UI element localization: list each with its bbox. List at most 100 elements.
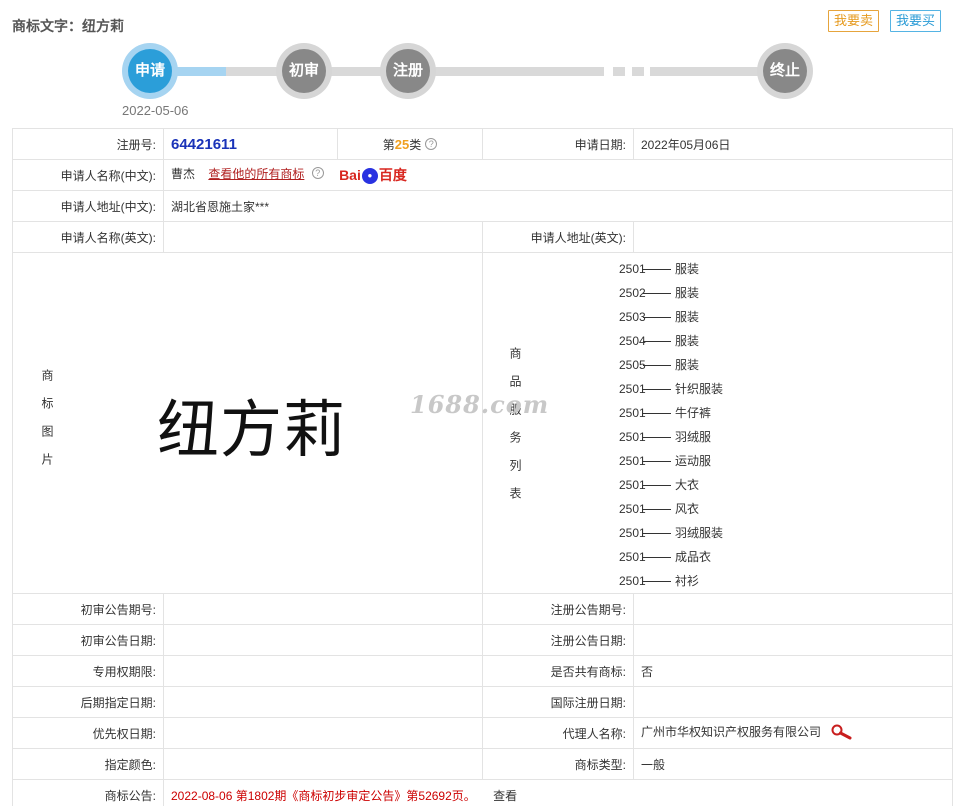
- service-dash: [643, 509, 671, 511]
- color-label: 指定颜色:: [12, 748, 164, 780]
- services-label: 商品服务列表: [508, 347, 522, 515]
- prelim-date-label: 初审公告日期:: [12, 624, 164, 656]
- service-dash: [643, 485, 671, 487]
- service-dash: [643, 437, 671, 439]
- agent: 广州市华权知识产权服务有限公司: [641, 725, 822, 740]
- service-dash: [643, 581, 671, 583]
- prelim-no-label: 初审公告期号:: [12, 593, 164, 625]
- shared: 否: [633, 655, 953, 687]
- progress-track-dash: [632, 67, 644, 76]
- service-dash: [643, 365, 671, 367]
- all-marks-link[interactable]: 查看他的所有商标: [208, 167, 304, 181]
- service-code: 2501: [619, 526, 646, 540]
- prelim-date: [163, 624, 483, 656]
- service-dash: [643, 557, 671, 559]
- service-code: 2501: [619, 502, 646, 516]
- baidu-search-logo[interactable]: Bai ● 百度: [339, 165, 407, 185]
- service-code: 2501: [619, 406, 646, 420]
- service-name: 成品衣: [675, 550, 712, 564]
- service-code: 2501: [619, 262, 646, 276]
- class-suffix: 类: [409, 137, 422, 152]
- service-name: 针织服装: [675, 382, 724, 396]
- step-label: 注册: [386, 49, 430, 93]
- reg-no: 64421611: [171, 135, 237, 153]
- priority: [163, 717, 483, 749]
- apply-date-label: 申请日期:: [482, 128, 634, 160]
- service-item: 2502 服装: [593, 281, 723, 305]
- service-code: 2501: [619, 454, 646, 468]
- reg-no-label: 注册号:: [12, 128, 164, 160]
- service-code: 2501: [619, 574, 646, 588]
- service-dash: [643, 389, 671, 391]
- service-item: 2501 运动服: [593, 449, 723, 473]
- service-item: 2501 针织服装: [593, 377, 723, 401]
- exclusive-period: [163, 655, 483, 687]
- step-apply: 申请: [122, 43, 178, 99]
- service-item: 2501 羽绒服装: [593, 521, 723, 545]
- applicant-en: [163, 221, 483, 253]
- service-name: 服装: [675, 262, 700, 276]
- step-label: 申请: [128, 49, 172, 93]
- reg-notice-date: [633, 624, 953, 656]
- service-name: 服装: [675, 286, 700, 300]
- service-item: 2501 成品衣: [593, 545, 723, 569]
- service-dash: [643, 269, 671, 271]
- magnifier-icon[interactable]: [830, 724, 854, 743]
- shared-label: 是否共有商标:: [482, 655, 634, 687]
- services-cell: 商品服务列表 2501 服装 2502 服装 2503 服装 2504 服装 2505 服装 250…: [482, 252, 953, 594]
- applicant-cn-label: 申请人名称(中文):: [12, 159, 164, 191]
- priority-label: 优先权日期:: [12, 717, 164, 749]
- watermark: 1688.com: [410, 390, 550, 419]
- notice-label: 商标公告:: [12, 779, 164, 806]
- service-item: 2504 服装: [593, 329, 723, 353]
- help-icon[interactable]: ?: [311, 167, 324, 180]
- service-name: 运动服: [675, 454, 712, 468]
- service-code: 2501: [619, 382, 646, 396]
- class-number: 25: [394, 136, 410, 152]
- notice-view-link[interactable]: 查看: [493, 789, 517, 803]
- service-dash: [643, 317, 671, 319]
- service-name: 服装: [675, 334, 700, 348]
- applicant-cn: 曹杰: [171, 167, 196, 182]
- step-date: 2022-05-06: [122, 103, 189, 118]
- progress-track-dash: [613, 67, 625, 76]
- apply-date: 2022年05月06日: [633, 128, 953, 160]
- service-name: 羽绒服: [675, 430, 712, 444]
- service-code: 2504: [619, 334, 646, 348]
- service-dash: [643, 533, 671, 535]
- service-item: 2501 服装: [593, 257, 723, 281]
- service-code: 2501: [619, 430, 646, 444]
- service-dash: [643, 293, 671, 295]
- service-name: 羽绒服装: [675, 526, 724, 540]
- mark-type: 一般: [633, 748, 953, 780]
- help-icon[interactable]: ?: [425, 137, 438, 150]
- intl-date: [633, 686, 953, 718]
- service-dash: [643, 461, 671, 463]
- prelim-no: [163, 593, 483, 625]
- service-item: 2501 大衣: [593, 473, 723, 497]
- service-item: 2503 服装: [593, 305, 723, 329]
- service-name: 牛仔裤: [675, 406, 712, 420]
- step-terminate: 终止: [757, 43, 813, 99]
- trademark-info-table: 注册号: 64421611 第25类? 申请日期: 2022年05月06日 申请…: [12, 128, 953, 806]
- reg-notice-no: [633, 593, 953, 625]
- service-item: 2501 风衣: [593, 497, 723, 521]
- reg-notice-date-label: 注册公告日期:: [482, 624, 634, 656]
- service-item: 2501 牛仔裤: [593, 401, 723, 425]
- mark-image: 纽方莉: [157, 393, 347, 466]
- address-cn-label: 申请人地址(中文):: [12, 190, 164, 222]
- service-code: 2503: [619, 310, 646, 324]
- service-name: 服装: [675, 310, 700, 324]
- service-item: 2501 羽绒服: [593, 425, 723, 449]
- service-code: 2502: [619, 286, 646, 300]
- service-dash: [643, 341, 671, 343]
- agent-label: 代理人名称:: [482, 717, 634, 749]
- service-item: 2505 服装: [593, 353, 723, 377]
- service-code: 2505: [619, 358, 646, 372]
- mark-type-label: 商标类型:: [482, 748, 634, 780]
- applicant-en-label: 申请人名称(英文):: [12, 221, 164, 253]
- address-en-label: 申请人地址(英文):: [482, 221, 634, 253]
- exclusive-period-label: 专用权期限:: [12, 655, 164, 687]
- service-name: 大衣: [675, 478, 700, 492]
- reg-notice-no-label: 注册公告期号:: [482, 593, 634, 625]
